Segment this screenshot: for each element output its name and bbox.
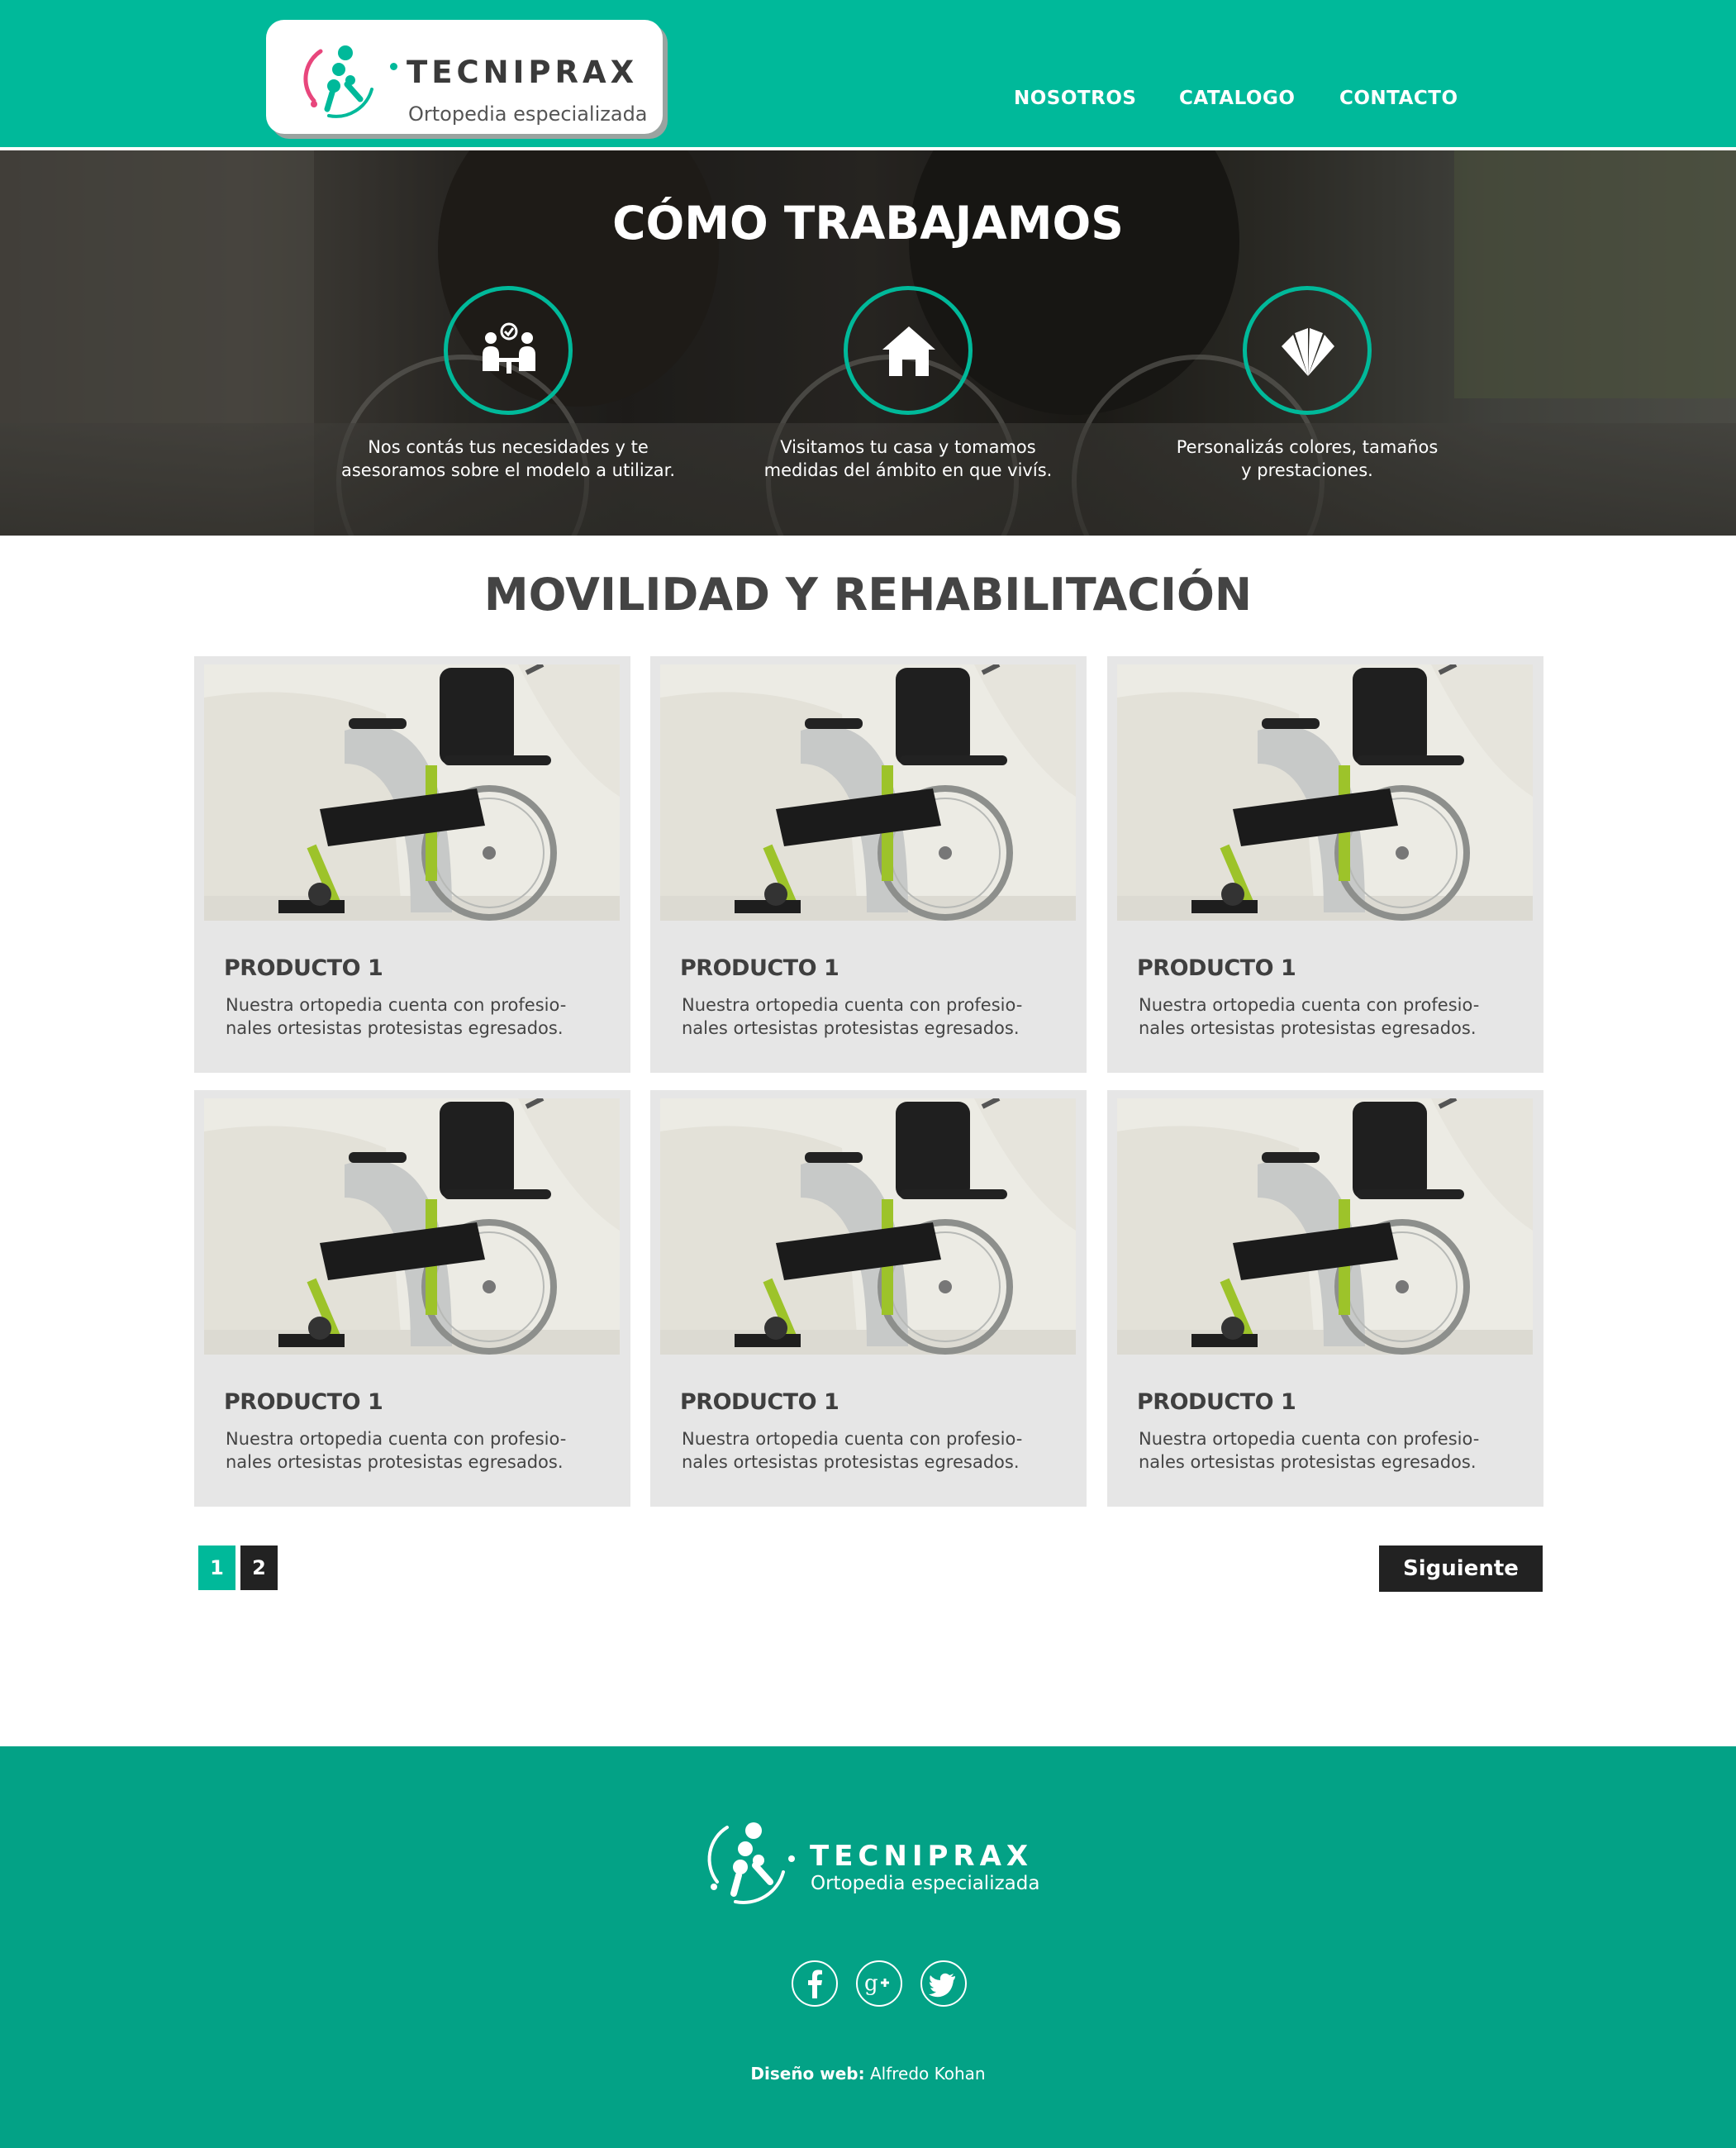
product-description-line1: Nuestra ortopedia cuenta con profesio- — [1139, 1429, 1480, 1449]
svg-text:g: g — [864, 1971, 878, 1996]
house-icon-circle — [844, 286, 973, 415]
product-description-line1: Nuestra ortopedia cuenta con profesio- — [226, 995, 567, 1015]
product-image[interactable] — [204, 1098, 620, 1355]
product-card[interactable]: PRODUCTO 1 Nuestra ortopedia cuenta con p… — [650, 656, 1087, 1073]
step-2-text: Visitamos tu casa y tomamos medidas del … — [718, 436, 1098, 482]
product-description: Nuestra ortopedia cuenta con profesio-na… — [682, 1427, 1070, 1474]
site-footer: TECNIPRAX Ortopedia especializada g Dise… — [0, 1746, 1736, 2148]
house-icon — [882, 326, 935, 376]
footer-logo-icon — [707, 1822, 795, 1904]
product-title[interactable]: PRODUCTO 1 — [224, 955, 383, 981]
product-description-line1: Nuestra ortopedia cuenta con profesio- — [682, 1429, 1023, 1449]
product-description: Nuestra ortopedia cuenta con profesio-na… — [226, 1427, 614, 1474]
product-title[interactable]: PRODUCTO 1 — [224, 1389, 383, 1415]
product-image[interactable] — [204, 664, 620, 921]
consultation-icon-circle — [444, 286, 573, 415]
next-page-button[interactable]: Siguiente — [1379, 1546, 1543, 1592]
footer-logo-title: TECNIPRAX — [810, 1840, 1034, 1873]
page-2-button[interactable]: 2 — [240, 1546, 278, 1590]
product-card[interactable]: PRODUCTO 1 Nuestra ortopedia cuenta con p… — [194, 656, 630, 1073]
logo[interactable]: TECNIPRAX Ortopedia especializada — [266, 20, 663, 134]
product-description-line1: Nuestra ortopedia cuenta con profesio- — [226, 1429, 567, 1449]
product-description-line1: Nuestra ortopedia cuenta con profesio- — [682, 995, 1023, 1015]
product-card[interactable]: PRODUCTO 1 Nuestra ortopedia cuenta con p… — [650, 1090, 1087, 1507]
product-description-line2: nales ortesistas protesistas egresados. — [682, 1452, 1020, 1472]
product-description: Nuestra ortopedia cuenta con profesio-na… — [1139, 1427, 1527, 1474]
product-description: Nuestra ortopedia cuenta con profesio-na… — [682, 993, 1070, 1040]
product-description-line1: Nuestra ortopedia cuenta con profesio- — [1139, 995, 1480, 1015]
google-plus-icon[interactable]: g — [856, 1960, 902, 2007]
step-3-text: Personalizás colores, tamaños y prestaci… — [1117, 436, 1497, 482]
product-title[interactable]: PRODUCTO 1 — [1137, 955, 1296, 981]
step-3-line1: Personalizás colores, tamaños — [1176, 437, 1439, 457]
step-1-text: Nos contás tus necesidades y te asesoram… — [318, 436, 698, 482]
product-image[interactable] — [1117, 664, 1533, 921]
credit-label: Diseño web: — [750, 2064, 865, 2084]
color-swatch-icon — [1282, 328, 1334, 376]
product-title[interactable]: PRODUCTO 1 — [680, 955, 839, 981]
product-image[interactable] — [660, 664, 1076, 921]
footer-logo-tagline: Ortopedia especializada — [811, 1873, 1040, 1894]
product-description: Nuestra ortopedia cuenta con profesio-na… — [226, 993, 614, 1040]
product-card[interactable]: PRODUCTO 1 Nuestra ortopedia cuenta con p… — [194, 1090, 630, 1507]
page-1-button[interactable]: 1 — [198, 1546, 235, 1590]
consultation-icon — [483, 322, 535, 374]
nav-catalogo[interactable]: CATALOGO — [1179, 88, 1295, 109]
logo-icon — [303, 45, 373, 118]
credit-name[interactable]: Alfredo Kohan — [870, 2064, 986, 2084]
step-2-line1: Visitamos tu casa y tomamos — [780, 437, 1036, 457]
product-description: Nuestra ortopedia cuenta con profesio-na… — [1139, 993, 1527, 1040]
product-description-line2: nales ortesistas protesistas egresados. — [226, 1452, 564, 1472]
product-card[interactable]: PRODUCTO 1 Nuestra ortopedia cuenta con p… — [1107, 656, 1543, 1073]
product-description-line2: nales ortesistas protesistas egresados. — [682, 1018, 1020, 1038]
twitter-icon[interactable] — [920, 1960, 967, 2007]
product-description-line2: nales ortesistas protesistas egresados. — [1139, 1452, 1477, 1472]
logo-tagline: Ortopedia especializada — [408, 102, 648, 126]
product-title[interactable]: PRODUCTO 1 — [680, 1389, 839, 1415]
hero-section: CÓMO TRABAJAMOS Nos contás tus necesidad… — [0, 150, 1736, 536]
logo-dot — [390, 63, 397, 70]
site-header: TECNIPRAX Ortopedia especializada NOSOTR… — [0, 0, 1736, 147]
product-image[interactable] — [1117, 1098, 1533, 1355]
product-description-line2: nales ortesistas protesistas egresados. — [1139, 1018, 1477, 1038]
nav-nosotros[interactable]: NOSOTROS — [1014, 88, 1136, 109]
hero-title: CÓMO TRABAJAMOS — [612, 197, 1124, 250]
logo-title: TECNIPRAX — [407, 55, 639, 90]
product-title[interactable]: PRODUCTO 1 — [1137, 1389, 1296, 1415]
design-credit: Diseño web: Alfredo Kohan — [0, 2064, 1736, 2084]
step-2-line2: medidas del ámbito en que vivís. — [763, 460, 1053, 480]
step-1-line1: Nos contás tus necesidades y te — [368, 437, 649, 457]
catalog-title: MOVILIDAD Y REHABILITACIÓN — [483, 569, 1253, 621]
color-swatch-icon-circle — [1243, 286, 1372, 415]
step-3-line2: y prestaciones. — [1241, 460, 1373, 480]
step-1-line2: asesoramos sobre el modelo a utilizar. — [340, 460, 676, 480]
nav-contacto[interactable]: CONTACTO — [1339, 88, 1458, 109]
product-card[interactable]: PRODUCTO 1 Nuestra ortopedia cuenta con p… — [1107, 1090, 1543, 1507]
product-image[interactable] — [660, 1098, 1076, 1355]
facebook-icon[interactable] — [792, 1960, 838, 2007]
product-description-line2: nales ortesistas protesistas egresados. — [226, 1018, 564, 1038]
